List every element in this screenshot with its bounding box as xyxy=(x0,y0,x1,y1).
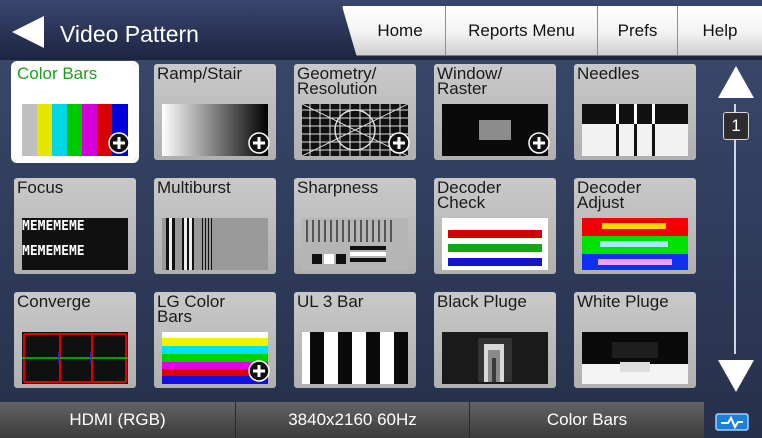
tab-help[interactable]: Help xyxy=(678,6,762,56)
pattern-label: Focus xyxy=(17,178,64,197)
decoder-check-thumbnail xyxy=(442,218,548,270)
pattern-tile-geometry-resolution[interactable]: Geometry/ Resolution xyxy=(294,64,416,160)
pattern-tile-needles[interactable]: Needles xyxy=(574,64,696,160)
pattern-label: Needles xyxy=(577,64,640,83)
pattern-label: Decoder Check xyxy=(437,178,502,212)
pattern-label: Geometry/ Resolution xyxy=(297,64,378,98)
plus-options-icon[interactable] xyxy=(248,132,270,154)
svg-text:MEMEMEME: MEMEMEME xyxy=(22,244,85,259)
focus-thumbnail: MEMEMEME MEMEMEME MEMEMEME MEMEMEME xyxy=(22,218,128,270)
pattern-tile-converge[interactable]: Converge xyxy=(14,292,136,388)
converge-thumbnail xyxy=(22,332,128,384)
white-pluge-thumbnail xyxy=(582,332,688,384)
pattern-label: Sharpness xyxy=(297,178,379,197)
plus-options-icon[interactable] xyxy=(388,132,410,154)
pattern-label: Window/ Raster xyxy=(437,64,503,98)
pattern-label: Decoder Adjust xyxy=(577,178,642,212)
tab-home[interactable]: Home xyxy=(342,6,446,56)
scroll-up-arrow-icon[interactable] xyxy=(716,64,756,100)
multiburst-thumbnail xyxy=(162,218,268,270)
pattern-tile-sharpness[interactable]: Sharpness xyxy=(294,178,416,274)
pattern-tile-white-pluge[interactable]: White Pluge xyxy=(574,292,696,388)
video-pattern-screen: Video Pattern Home Reports Menu Prefs He… xyxy=(0,0,762,438)
status-resolution: 3840x2160 60Hz xyxy=(236,402,470,438)
pattern-tile-decoder-adjust[interactable]: Decoder Adjust xyxy=(574,178,696,274)
pattern-label: Ramp/Stair xyxy=(157,64,243,83)
pattern-label: Multiburst xyxy=(157,178,231,197)
plus-options-icon[interactable] xyxy=(108,132,130,154)
pattern-tile-color-bars[interactable]: Color Bars xyxy=(11,61,139,163)
status-bar: HDMI (RGB) 3840x2160 60Hz Color Bars xyxy=(0,402,704,438)
pattern-tile-multiburst[interactable]: Multiburst xyxy=(154,178,276,274)
pattern-label: Black Pluge xyxy=(437,292,527,311)
scroll-track[interactable] xyxy=(734,104,736,354)
pattern-label: Converge xyxy=(17,292,91,311)
plus-options-icon[interactable] xyxy=(528,132,550,154)
pattern-tile-window-raster[interactable]: Window/ Raster xyxy=(434,64,556,160)
status-pattern: Color Bars xyxy=(546,410,628,429)
svg-text:MEMEMEME: MEMEMEME xyxy=(22,219,85,234)
pattern-tile-ramp-stair[interactable]: Ramp/Stair xyxy=(154,64,276,160)
pattern-label: Color Bars xyxy=(17,64,98,83)
pattern-tile-ul-3-bar[interactable]: UL 3 Bar xyxy=(294,292,416,388)
pattern-label: White Pluge xyxy=(577,292,669,311)
connection-status-icon[interactable] xyxy=(712,408,752,434)
plus-options-icon[interactable] xyxy=(248,360,270,382)
scroll-down-arrow-icon[interactable] xyxy=(716,358,756,394)
pattern-tile-focus[interactable]: Focus MEMEMEME MEMEMEME MEMEMEME MEMEMEM… xyxy=(14,178,136,274)
decoder-adjust-thumbnail xyxy=(582,218,688,270)
ul-3-bar-thumbnail xyxy=(302,332,408,384)
tab-reports-menu[interactable]: Reports Menu xyxy=(446,6,598,56)
back-arrow-icon[interactable] xyxy=(10,14,46,50)
pattern-tile-decoder-check[interactable]: Decoder Check xyxy=(434,178,556,274)
pattern-label: UL 3 Bar xyxy=(297,292,364,311)
pattern-tile-black-pluge[interactable]: Black Pluge xyxy=(434,292,556,388)
black-pluge-thumbnail xyxy=(442,332,548,384)
page-title: Video Pattern xyxy=(60,21,199,47)
pattern-label: LG Color Bars xyxy=(157,292,226,326)
header-bar: Video Pattern Home Reports Menu Prefs He… xyxy=(0,0,762,60)
sharpness-thumbnail xyxy=(302,218,408,270)
needles-thumbnail xyxy=(582,104,688,156)
status-interface: HDMI (RGB) xyxy=(0,402,236,438)
page-indicator: 1 xyxy=(723,112,749,140)
tab-prefs[interactable]: Prefs xyxy=(598,6,678,56)
pattern-tile-lg-color-bars[interactable]: LG Color Bars xyxy=(154,292,276,388)
